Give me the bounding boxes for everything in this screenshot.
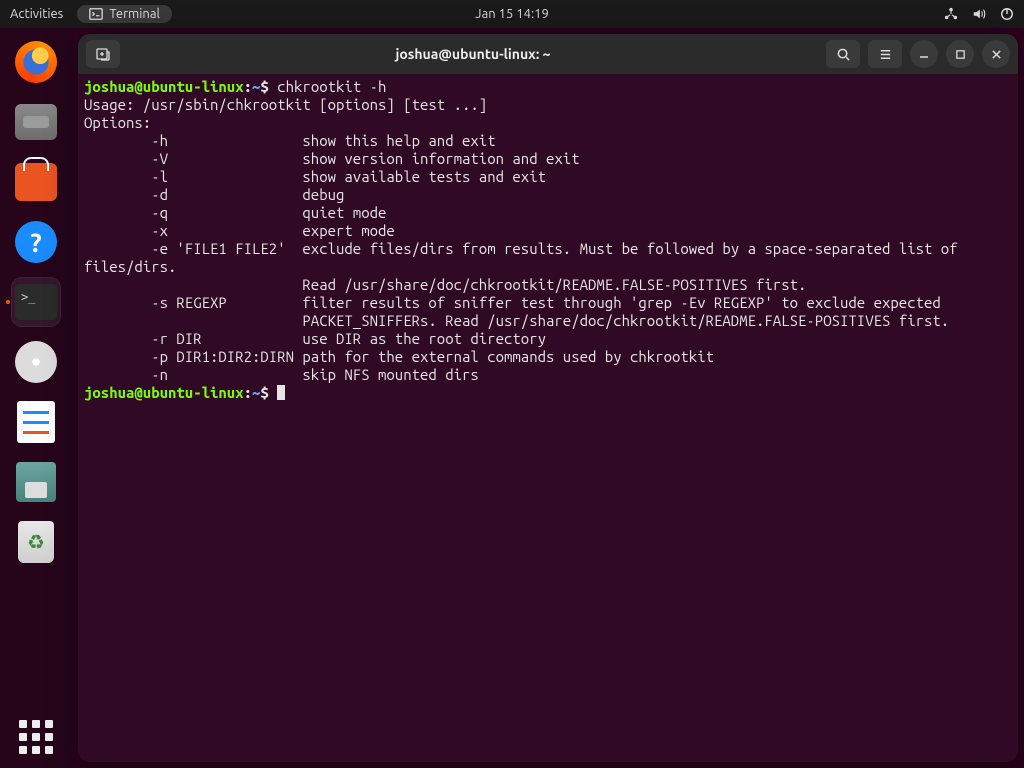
prompt-user-2: joshua@ubuntu-linux <box>84 384 244 401</box>
prompt-sep-2: : <box>244 384 252 401</box>
app-menu-label: Terminal <box>109 7 160 21</box>
trash-icon: ♻ <box>18 521 54 563</box>
menu-button[interactable] <box>868 40 902 68</box>
prompt-end-2: $ <box>260 384 268 401</box>
software-icon <box>15 163 57 201</box>
activities-button[interactable]: Activities <box>10 7 63 21</box>
close-button[interactable] <box>982 40 1010 68</box>
minimize-icon <box>918 48 930 60</box>
terminal-window: joshua@ubuntu-linux: ~ joshua@ubuntu-lin… <box>78 34 1018 762</box>
gnome-topbar: Activities Terminal Jan 15 14:19 <box>0 0 1024 28</box>
disks-icon <box>16 462 56 502</box>
apps-grid-icon <box>19 720 53 754</box>
close-icon <box>991 49 1002 60</box>
dock-text-editor[interactable] <box>12 398 60 446</box>
help-icon: ? <box>15 221 57 263</box>
disc-icon <box>15 341 57 383</box>
power-icon[interactable] <box>1000 7 1014 21</box>
window-title: joshua@ubuntu-linux: ~ <box>128 46 818 62</box>
window-titlebar[interactable]: joshua@ubuntu-linux: ~ <box>78 34 1018 74</box>
command-text: chkrootkit -h <box>277 78 386 95</box>
dock-trash[interactable]: ♻ <box>12 518 60 566</box>
hamburger-icon <box>878 47 893 62</box>
volume-icon[interactable] <box>972 7 986 21</box>
network-icon[interactable] <box>944 7 958 21</box>
dock-disc[interactable] <box>12 338 60 386</box>
dock-files[interactable] <box>12 98 60 146</box>
firefox-icon <box>15 41 57 83</box>
terminal-icon <box>89 7 103 21</box>
terminal-icon: >_ <box>15 284 57 320</box>
dock-terminal[interactable]: >_ <box>12 278 60 326</box>
dock-help[interactable]: ? <box>12 218 60 266</box>
command-output: Usage: /usr/sbin/chkrootkit [options] [t… <box>84 96 958 383</box>
files-icon <box>15 104 57 140</box>
prompt-end: $ <box>260 78 268 95</box>
cursor <box>277 385 285 400</box>
dock-software[interactable] <box>12 158 60 206</box>
new-tab-icon <box>95 46 111 62</box>
clock[interactable]: Jan 15 14:19 <box>475 7 549 21</box>
minimize-button[interactable] <box>910 40 938 68</box>
dock-disks[interactable] <box>12 458 60 506</box>
dock: ? >_ ♻ <box>0 28 72 768</box>
terminal-content[interactable]: joshua@ubuntu-linux:~$ chkrootkit -h Usa… <box>78 74 1018 762</box>
maximize-icon <box>955 49 966 60</box>
new-tab-button[interactable] <box>86 40 120 68</box>
app-menu[interactable]: Terminal <box>77 5 172 23</box>
search-icon <box>836 47 851 62</box>
dock-firefox[interactable] <box>12 38 60 86</box>
search-button[interactable] <box>826 40 860 68</box>
show-applications[interactable] <box>0 720 72 754</box>
prompt-sep: : <box>244 78 252 95</box>
running-indicator <box>6 300 10 304</box>
maximize-button[interactable] <box>946 40 974 68</box>
text-editor-icon <box>17 401 55 443</box>
prompt-user: joshua@ubuntu-linux <box>84 78 244 95</box>
